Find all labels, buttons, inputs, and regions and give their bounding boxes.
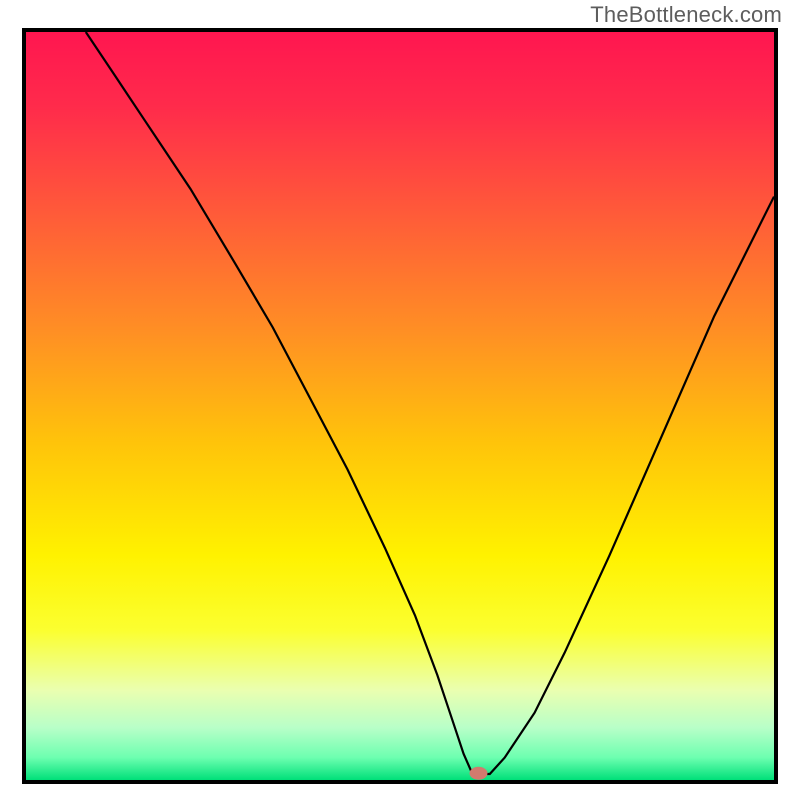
chart-frame: TheBottleneck.com [0,0,800,800]
curve-layer [26,32,774,780]
watermark-text: TheBottleneck.com [590,2,782,28]
plot-area [22,28,778,784]
optimal-point-marker [470,767,488,780]
bottleneck-curve [86,32,774,774]
